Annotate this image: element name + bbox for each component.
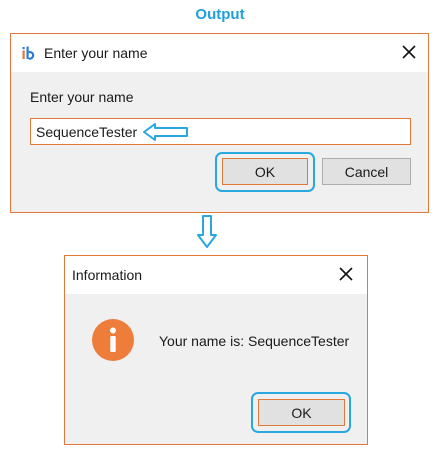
ok-button[interactable]: OK xyxy=(258,399,345,426)
close-icon[interactable] xyxy=(398,41,420,63)
input-dialog: Enter your name Enter your name OK Cance… xyxy=(10,33,429,213)
info-icon xyxy=(91,318,135,362)
input-dialog-title: Enter your name xyxy=(44,45,148,61)
ib-app-logo-icon xyxy=(22,46,36,60)
name-input[interactable] xyxy=(30,118,411,145)
info-dialog: Information Your name is: SequenceTester… xyxy=(64,255,368,445)
prompt-label: Enter your name xyxy=(30,89,134,105)
info-dialog-titlebar[interactable]: Information xyxy=(65,256,367,294)
cancel-button[interactable]: Cancel xyxy=(322,158,411,185)
input-dialog-titlebar[interactable]: Enter your name xyxy=(11,34,428,72)
ok-button[interactable]: OK xyxy=(222,158,308,185)
arrow-down-icon xyxy=(197,215,217,254)
info-dialog-title: Information xyxy=(72,267,143,283)
close-icon[interactable] xyxy=(335,263,357,285)
output-heading: Output xyxy=(195,6,245,23)
arrow-left-icon xyxy=(143,123,189,146)
info-message: Your name is: SequenceTester xyxy=(159,333,350,349)
